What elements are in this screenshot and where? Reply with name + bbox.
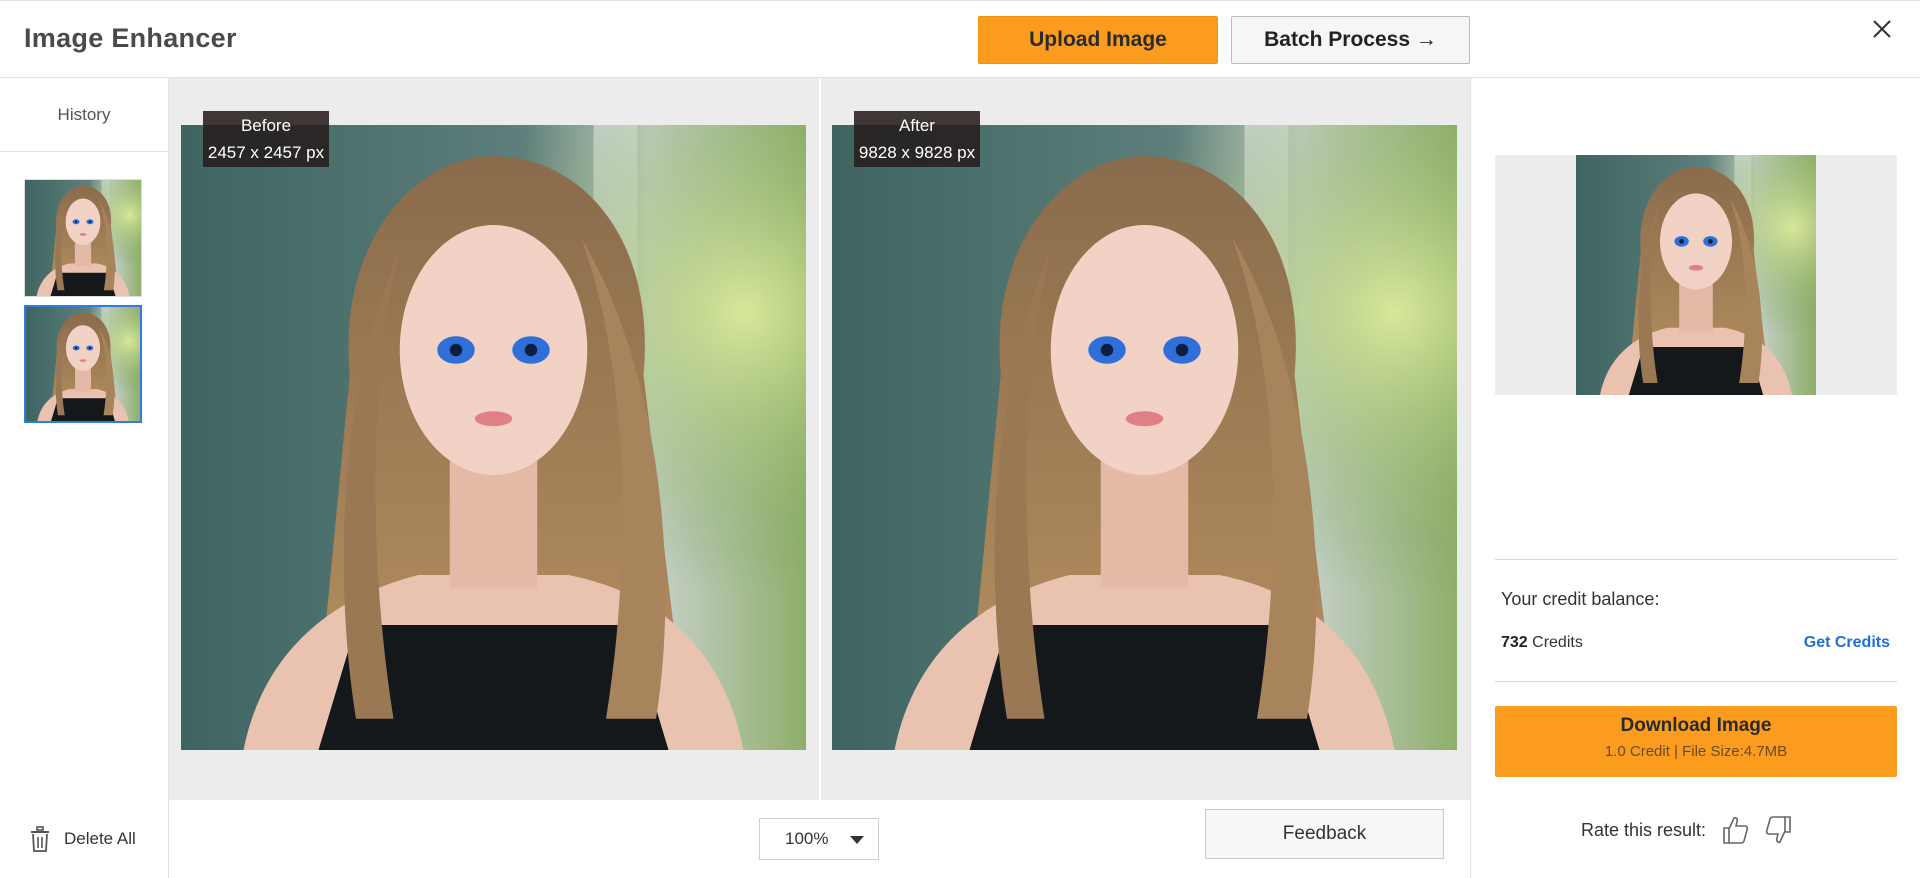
divider — [1495, 559, 1897, 560]
thumbs-down-icon[interactable] — [1764, 814, 1794, 846]
close-icon — [1873, 20, 1891, 38]
delete-all-button[interactable]: Delete All — [28, 824, 136, 854]
thumbnail-image — [26, 307, 140, 421]
before-label: Before 2457 x 2457 px — [203, 111, 329, 167]
get-credits-link[interactable]: Get Credits — [1804, 634, 1890, 652]
chevron-down-icon — [850, 836, 864, 844]
zoom-value: 100% — [785, 829, 829, 848]
preview-image — [1576, 155, 1816, 395]
feedback-button[interactable]: Feedback — [1205, 809, 1444, 859]
credit-count: 732 — [1501, 634, 1528, 651]
compare-divider[interactable] — [819, 78, 821, 800]
compare-view: Before 2457 x 2457 px After 9828 x 9828 … — [169, 78, 1470, 800]
history-thumbnail-selected[interactable] — [24, 305, 142, 423]
header-bar: Image Enhancer Upload Image Batch Proces… — [0, 0, 1920, 78]
after-image[interactable] — [832, 125, 1457, 750]
result-preview — [1495, 155, 1897, 395]
after-label: After 9828 x 9828 px — [854, 111, 980, 167]
bottom-toolbar: 100% Feedback — [169, 800, 1470, 878]
download-image-button[interactable]: Download Image 1.0 Credit | File Size:4.… — [1495, 706, 1897, 777]
rating-label: Rate this result: — [1581, 819, 1707, 840]
result-panel: Your credit balance: 732 Credits Get Cre… — [1470, 78, 1920, 878]
history-sidebar: History Delete All — [0, 78, 169, 878]
app-title: Image Enhancer — [24, 23, 237, 53]
batch-process-button[interactable]: Batch Process → — [1231, 16, 1470, 64]
after-size: 9828 x 9828 px — [858, 143, 976, 162]
credit-unit: Credits — [1527, 634, 1583, 651]
credit-balance: 732 Credits — [1501, 634, 1583, 652]
before-image[interactable] — [181, 125, 806, 750]
delete-all-label: Delete All — [64, 829, 136, 848]
thumbs-up-icon[interactable] — [1720, 814, 1750, 846]
download-detail: 1.0 Credit | File Size:4.7MB — [1604, 743, 1788, 760]
before-title: Before — [240, 116, 292, 135]
close-button[interactable] — [1866, 13, 1898, 45]
rating-row: Rate this result: — [1581, 814, 1794, 846]
before-size: 2457 x 2457 px — [207, 143, 325, 162]
after-title: After — [899, 116, 935, 135]
download-label: Download Image — [1620, 715, 1772, 736]
history-label: History — [0, 78, 168, 152]
before-portrait — [181, 125, 806, 750]
credit-balance-title: Your credit balance: — [1501, 589, 1660, 609]
trash-icon — [31, 826, 49, 852]
upload-image-button[interactable]: Upload Image — [978, 16, 1218, 64]
preview-portrait — [1576, 155, 1816, 395]
history-thumbnail[interactable] — [24, 179, 142, 297]
zoom-select[interactable]: 100% — [759, 818, 879, 860]
after-portrait — [832, 125, 1457, 750]
thumbnail-image — [25, 180, 141, 296]
divider — [1495, 681, 1897, 682]
